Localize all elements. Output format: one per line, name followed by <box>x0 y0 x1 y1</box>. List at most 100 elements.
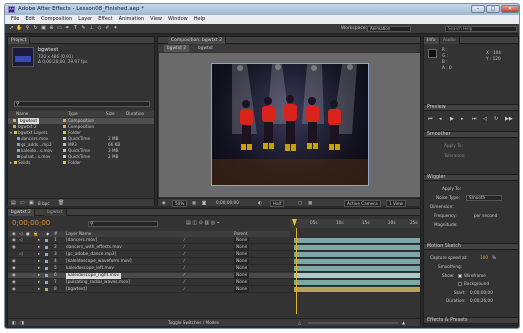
rotate-tool-icon[interactable]: ↻ <box>32 25 39 32</box>
next-frame-icon[interactable]: ▸ <box>461 116 464 122</box>
switch-icon[interactable]: ⁄ <box>184 273 185 279</box>
layer-label-color[interactable] <box>45 288 48 291</box>
play-icon[interactable]: ▶ <box>450 116 454 122</box>
project-item[interactable]: pulsat...s.mov QuickTime 2 MB <box>8 154 154 160</box>
camera-snapshot-icon[interactable]: ◙ <box>202 199 206 206</box>
views-select[interactable]: 1 View <box>386 200 406 207</box>
layer-duration-bar[interactable] <box>294 280 420 285</box>
switch-icon[interactable]: ⁄ <box>184 266 185 272</box>
col-size[interactable]: Size <box>106 111 115 117</box>
layer-duration-bar[interactable] <box>294 266 420 271</box>
toggle-switches-modes[interactable]: Toggle Switches / Modes <box>168 319 219 326</box>
expand-icon[interactable]: ▸ <box>38 238 40 244</box>
eye-icon[interactable]: ◉ <box>12 280 16 286</box>
comp-mini-flowchart-icon[interactable]: ▤ <box>186 220 191 226</box>
layer-row[interactable]: ◉ ▸ 5 kaleidoscope_left.mov ⁄ None <box>8 266 420 273</box>
pan-behind-tool-icon[interactable]: ⊕ <box>48 25 55 32</box>
switch-icon[interactable]: ⁄ <box>184 287 185 293</box>
switch-icon[interactable]: ⁄ <box>184 259 185 265</box>
capture-speed-value[interactable]: 100 <box>480 255 488 260</box>
zoom-in-icon[interactable]: ▲ <box>402 319 405 326</box>
menu-view[interactable]: View <box>147 15 165 24</box>
col-layer-name[interactable]: Layer Name <box>66 231 91 237</box>
layer-row[interactable]: ◉ ◁ ▸ 1 [dancers.mov] ⁄ None <box>8 238 420 245</box>
layer-row[interactable]: ◉ ▸ 4 [kaleidoscope_waveform.mov] ⁄ None <box>8 259 420 266</box>
expand-icon[interactable]: ▸ <box>38 245 40 251</box>
expand-icon[interactable]: ▸ <box>38 252 40 258</box>
layer-label-color[interactable] <box>45 253 48 256</box>
tab-timeline-bgwtxt2[interactable]: bgwtxt 2 <box>8 209 35 216</box>
graph-editor-icon[interactable]: ⌁ <box>217 220 220 226</box>
switch-icon[interactable]: ⁄ <box>184 252 185 258</box>
col-parent[interactable]: Parent <box>234 231 247 237</box>
timeline-search-input[interactable]: ⚲ <box>88 221 158 227</box>
col-type[interactable]: Type <box>68 111 78 117</box>
new-folder-icon[interactable]: ▭ <box>20 200 25 206</box>
layer-label-color[interactable] <box>45 267 48 270</box>
tab-audio[interactable]: Audio <box>440 37 460 44</box>
project-item[interactable]: ▾ bgwtxt Layers Folder <box>8 130 154 136</box>
menu-edit[interactable]: Edit <box>22 15 38 24</box>
layer-duration-bar[interactable] <box>294 259 420 264</box>
hand-tool-icon[interactable]: ✋ <box>16 25 23 32</box>
color-channel-icon[interactable]: ◐ <box>258 199 262 206</box>
expand-switches-icon[interactable]: ◧ <box>12 319 16 326</box>
grid-icon[interactable]: ▦ <box>192 199 196 206</box>
layer-label-color[interactable] <box>45 281 48 284</box>
expand-icon[interactable]: ▸ <box>38 287 40 293</box>
switch-icon[interactable]: ⁄ <box>184 245 185 251</box>
expand-icon[interactable]: ▸ <box>38 280 40 286</box>
loop-icon[interactable]: ↻ <box>494 116 498 122</box>
layer-row[interactable]: ◁ ▸ 3 [gc_adobe_dance.mp3] ⁄ None <box>8 252 420 259</box>
motion-blur-icon[interactable]: ◎ <box>211 220 215 226</box>
tab-info[interactable]: Info <box>424 37 440 44</box>
puppet-tool-icon[interactable]: ✶ <box>112 25 119 32</box>
layer-duration-bar[interactable] <box>294 245 420 250</box>
transparency-grid-icon[interactable]: ▩ <box>308 199 312 206</box>
expand-icon[interactable]: ▸ <box>38 259 40 265</box>
layer-row[interactable]: ◉ ▸ 2 dancers_with_effects.mov ⁄ None <box>8 245 420 252</box>
time-ruler[interactable]: 05s 10s 15s 20s 25s <box>290 219 420 228</box>
layer-duration-bar[interactable] <box>294 287 420 292</box>
draft-3d-icon[interactable]: ◫ <box>192 220 197 226</box>
noise-type-select[interactable]: Smooth <box>466 195 502 201</box>
menu-layer[interactable]: Layer <box>75 15 95 24</box>
tab-timeline-bgwtxt[interactable]: bgwtxt <box>44 209 67 216</box>
selection-tool-icon[interactable]: ➚ <box>8 25 15 32</box>
col-name[interactable]: Name <box>16 111 28 117</box>
time-zoom-slider[interactable] <box>308 322 398 324</box>
col-duration[interactable]: Duration <box>126 111 144 117</box>
wireframe-checkbox[interactable] <box>458 274 462 278</box>
pen-tool-icon[interactable]: ✒ <box>64 25 71 32</box>
breadcrumb-item[interactable]: bgwtxt 2 <box>164 45 189 52</box>
interpret-footage-icon[interactable]: ▤ <box>11 200 16 206</box>
layer-label-color[interactable] <box>45 239 48 242</box>
first-frame-icon[interactable]: ⏮ <box>428 116 433 122</box>
layer-duration-bar[interactable] <box>294 238 420 243</box>
layer-label-color[interactable] <box>45 246 48 249</box>
disclosure-triangle-icon[interactable]: ▾ <box>10 130 12 136</box>
eye-icon[interactable]: ◉ <box>12 287 16 293</box>
frame-blending-icon[interactable]: ▥ <box>204 220 209 226</box>
comp-viewer[interactable] <box>159 53 420 197</box>
layer-label-color[interactable] <box>45 274 48 277</box>
always-preview-icon[interactable]: ◉ <box>162 199 166 206</box>
layer-duration-bar[interactable] <box>294 252 420 257</box>
speaker-icon[interactable]: ◁ <box>19 238 22 244</box>
menu-window[interactable]: Window <box>165 15 191 24</box>
project-item[interactable]: bgwtxt 2 Composition <box>8 124 154 130</box>
menu-animation[interactable]: Animation <box>116 15 148 24</box>
smoother-title[interactable]: Smoother <box>424 131 518 138</box>
ram-preview-icon[interactable]: ▶▶ <box>505 116 513 122</box>
project-item[interactable]: dancers.mov QuickTime 2 MB <box>8 136 154 142</box>
tab-project[interactable]: Project <box>8 37 31 44</box>
zoom-out-icon[interactable]: △ <box>298 319 301 326</box>
effects-presets-title[interactable]: Effects & Presets <box>424 317 518 324</box>
expand-modes-icon[interactable]: ◨ <box>20 319 24 326</box>
text-tool-icon[interactable]: T <box>72 25 79 32</box>
layer-label-color[interactable] <box>45 260 48 263</box>
zoom-tool-icon[interactable]: ⚲ <box>24 25 31 32</box>
previous-frame-icon[interactable]: ◂ <box>439 116 442 122</box>
bpc-toggle[interactable]: 8 bpc <box>38 201 50 206</box>
expand-icon[interactable]: ▸ <box>38 266 40 272</box>
